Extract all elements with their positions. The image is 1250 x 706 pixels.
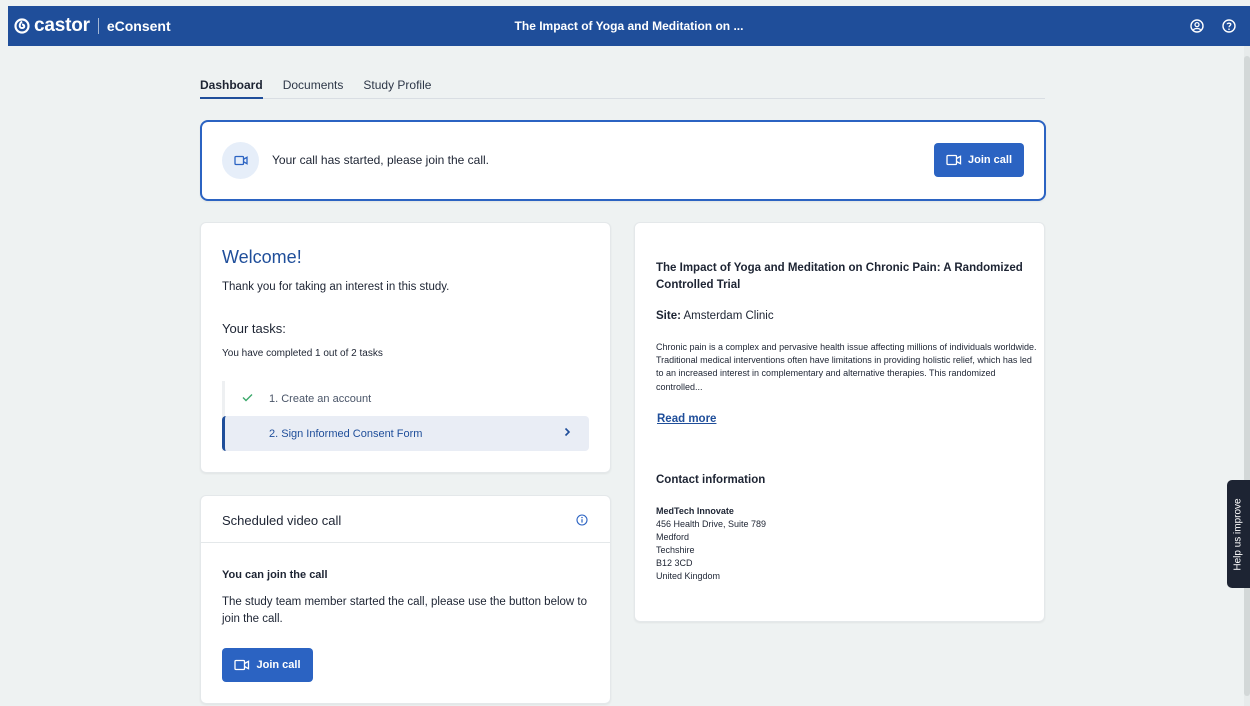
video-call-header: Scheduled video call bbox=[201, 496, 610, 543]
brand-name: castor bbox=[34, 15, 90, 36]
task-label: 1. Create an account bbox=[269, 393, 372, 405]
site-value: Amsterdam Clinic bbox=[683, 310, 774, 322]
castor-logo: castor bbox=[14, 15, 90, 37]
video-call-status: You can join the call bbox=[222, 569, 328, 581]
site-label: Site: bbox=[656, 310, 681, 322]
castor-logo-icon bbox=[14, 18, 30, 34]
top-navigation-bar: castor eConsent The Impact of Yoga and M… bbox=[8, 6, 1250, 46]
checkmark-icon bbox=[242, 393, 253, 405]
feedback-tab[interactable]: Help us improve bbox=[1227, 480, 1250, 588]
study-site: Site: Amsterdam Clinic bbox=[656, 310, 774, 322]
contact-address-line: B12 3CD bbox=[656, 558, 693, 568]
contact-address-line: Medford bbox=[656, 532, 690, 542]
contact-organization: MedTech Innovate bbox=[656, 506, 734, 516]
video-camera-icon bbox=[234, 659, 250, 671]
study-title: The Impact of Yoga and Meditation on Chr… bbox=[656, 262, 1023, 291]
task-list: 1. Create an account 2. Sign Informed Co… bbox=[222, 381, 589, 451]
tasks-heading: Your tasks: bbox=[222, 321, 286, 336]
tab-documents[interactable]: Documents bbox=[283, 78, 344, 99]
feedback-tab-label: Help us improve bbox=[1233, 497, 1245, 571]
brand-divider bbox=[97, 18, 99, 34]
topbar-actions bbox=[1190, 6, 1236, 46]
info-icon[interactable] bbox=[576, 514, 588, 526]
study-title-header: The Impact of Yoga and Meditation on ... bbox=[514, 19, 744, 33]
join-call-label: Join call bbox=[256, 659, 301, 671]
task-label: 2. Sign Informed Consent Form bbox=[269, 428, 423, 440]
read-more-link[interactable]: Read more bbox=[657, 413, 716, 425]
page-scrollbar[interactable] bbox=[1244, 46, 1250, 706]
welcome-message: Thank you for taking an interest in this… bbox=[222, 281, 450, 293]
join-call-button[interactable]: Join call bbox=[222, 648, 313, 682]
welcome-title: Welcome! bbox=[222, 247, 302, 267]
video-camera-icon bbox=[222, 142, 259, 179]
contact-heading: Contact information bbox=[656, 474, 766, 486]
study-description: Chronic pain is a complex and pervasive … bbox=[656, 342, 1037, 392]
call-started-message: Your call has started, please join the c… bbox=[272, 153, 490, 167]
contact-address-line: 456 Health Drive, Suite 789 bbox=[656, 519, 767, 529]
call-started-banner: Your call has started, please join the c… bbox=[200, 120, 1046, 201]
banner-join-call-button[interactable]: Join call bbox=[934, 143, 1024, 177]
tab-dashboard[interactable]: Dashboard bbox=[200, 78, 263, 99]
brand[interactable]: castor eConsent bbox=[8, 6, 171, 46]
scheduled-video-call-card: Scheduled video call You can join the ca… bbox=[200, 495, 611, 704]
scrollbar-thumb[interactable] bbox=[1244, 56, 1250, 696]
join-call-label: Join call bbox=[967, 154, 1013, 166]
video-call-title: Scheduled video call bbox=[222, 513, 342, 528]
task-item-sign-consent[interactable]: 2. Sign Informed Consent Form bbox=[222, 416, 589, 451]
product-name: eConsent bbox=[106, 18, 171, 34]
user-circle-icon[interactable] bbox=[1190, 19, 1204, 33]
tab-study-profile[interactable]: Study Profile bbox=[363, 78, 431, 99]
study-info-card: The Impact of Yoga and Meditation on Chr… bbox=[634, 222, 1045, 622]
chevron-right-icon bbox=[564, 427, 571, 440]
welcome-card: Welcome! Thank you for taking an interes… bbox=[200, 222, 611, 473]
video-call-description: The study team member started the call, … bbox=[222, 596, 588, 625]
tasks-progress: You have completed 1 out of 2 tasks bbox=[222, 348, 383, 359]
contact-address: MedTech Innovate 456 Health Drive, Suite… bbox=[656, 505, 766, 583]
dashboard-tabs: Dashboard Documents Study Profile bbox=[200, 78, 1045, 99]
contact-address-line: Techshire bbox=[656, 545, 695, 555]
video-camera-icon bbox=[946, 154, 962, 166]
task-item-create-account: 1. Create an account bbox=[225, 381, 589, 416]
help-circle-icon[interactable] bbox=[1222, 19, 1236, 33]
contact-address-line: United Kingdom bbox=[656, 571, 721, 581]
